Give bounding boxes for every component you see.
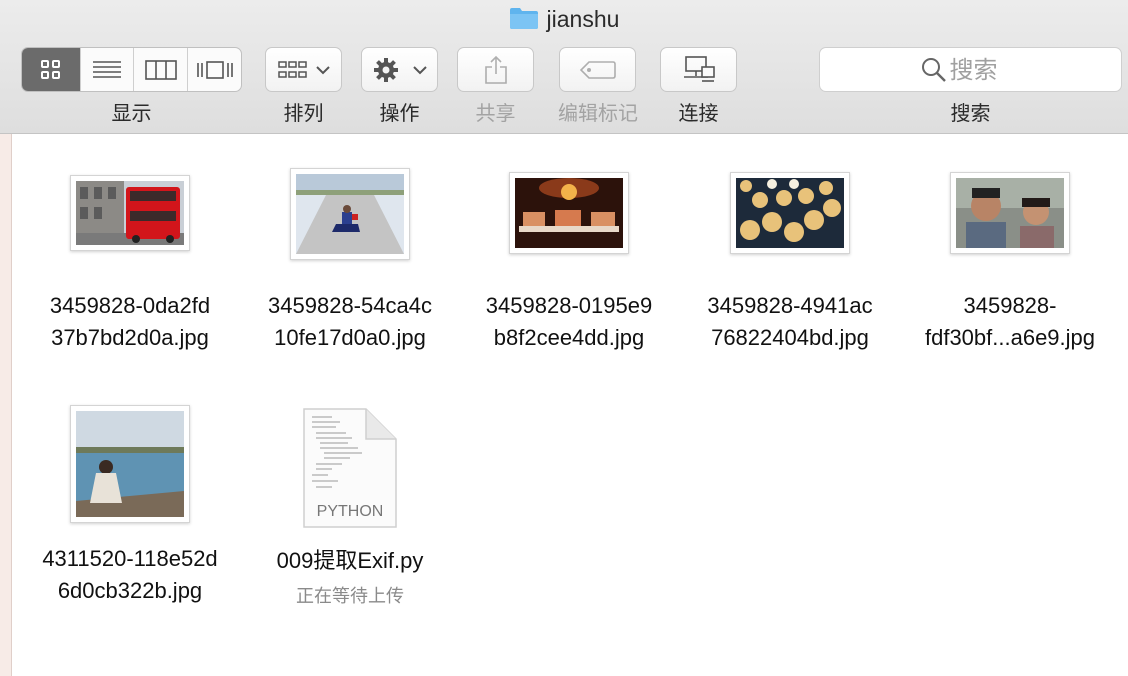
action-label: 操作: [379, 101, 420, 125]
view-mode-segmented-control[interactable]: [21, 47, 242, 92]
grid-icon: [41, 59, 60, 79]
tag-icon: [579, 60, 616, 79]
bus-photo: [76, 181, 184, 245]
gear-icon: [373, 57, 427, 82]
file-name: 009提取Exif.py: [276, 548, 424, 573]
search-input[interactable]: [947, 54, 1022, 85]
file-name: 3459828-54ca4c 10fe17d0a0.jpg: [268, 293, 432, 350]
window-title-text: jianshu: [546, 6, 620, 32]
file-name: 3459828- fdf30bf...a6e9.jpg: [924, 293, 1096, 350]
view-label: 显示: [111, 101, 152, 125]
file-name: 3459828-0da2fd 37b7bd2d0a.jpg: [49, 293, 211, 350]
file-item[interactable]: 3459828-0da2fd 37b7bd2d0a.jpg: [20, 160, 240, 380]
sea-photo: [76, 411, 184, 517]
arrange-icon: [277, 60, 330, 78]
folder-icon: [509, 6, 539, 36]
connect-server-icon: [683, 55, 715, 82]
share-label: 共享: [475, 101, 516, 125]
road-photo: [296, 174, 404, 254]
connect-button[interactable]: [660, 47, 737, 92]
file-item[interactable]: 3459828-54ca4c 10fe17d0a0.jpg: [240, 160, 460, 380]
arrange-label: 排列: [283, 101, 324, 125]
edit-tags-button[interactable]: [559, 47, 636, 92]
share-button[interactable]: [457, 47, 534, 92]
window-title: jianshu: [0, 6, 1128, 36]
connect-label: 连接: [678, 101, 719, 125]
list-icon: [93, 60, 121, 78]
search-label: 搜索: [950, 101, 991, 125]
cover-flow-icon: [196, 60, 233, 79]
file-name: 3459828-4941ac 76822404bd.jpg: [707, 293, 873, 350]
search-field[interactable]: [819, 47, 1122, 92]
edit-tags-label: 编辑标记: [558, 101, 638, 125]
file-item[interactable]: 3459828-4941ac 76822404bd.jpg: [680, 160, 900, 380]
food-photo: [515, 178, 623, 248]
file-item[interactable]: PYTHON 009提取Exif.py 正在等待上传: [240, 395, 460, 615]
toolbar: jianshu 显示 排列 操作 共享 编辑标记 连接 搜索 搜索: [0, 0, 1128, 134]
upload-status: 正在等待上传: [296, 586, 404, 607]
share-icon: [484, 55, 507, 84]
file-item[interactable]: 4311520-118e52d 6d0cb322b.jpg: [20, 395, 240, 615]
list-view-button[interactable]: [81, 48, 134, 91]
children-photo: [956, 178, 1064, 248]
column-view-button[interactable]: [134, 48, 188, 91]
file-item[interactable]: 3459828-0195e9 b8f2cee4dd.jpg: [459, 160, 679, 380]
python-document-icon: PYTHON: [302, 407, 398, 529]
image-thumbnail: [730, 172, 850, 254]
sidebar-edge: [0, 134, 12, 676]
image-thumbnail: [290, 168, 410, 260]
action-button[interactable]: [361, 47, 438, 92]
icon-view-button[interactable]: [22, 48, 81, 91]
search-icon: [921, 57, 946, 82]
file-type-label: PYTHON: [316, 503, 384, 520]
file-item[interactable]: 3459828- fdf30bf...a6e9.jpg: [900, 160, 1120, 380]
arrange-button[interactable]: [265, 47, 342, 92]
columns-icon: [144, 59, 177, 80]
image-thumbnail: [70, 405, 190, 523]
dumplings-photo: [736, 178, 844, 248]
image-thumbnail: [70, 175, 190, 251]
file-name: 3459828-0195e9 b8f2cee4dd.jpg: [485, 293, 653, 350]
image-thumbnail: [509, 172, 629, 254]
cover-flow-view-button[interactable]: [188, 48, 241, 91]
file-name: 4311520-118e52d 6d0cb322b.jpg: [42, 546, 218, 603]
image-thumbnail: [950, 172, 1070, 254]
